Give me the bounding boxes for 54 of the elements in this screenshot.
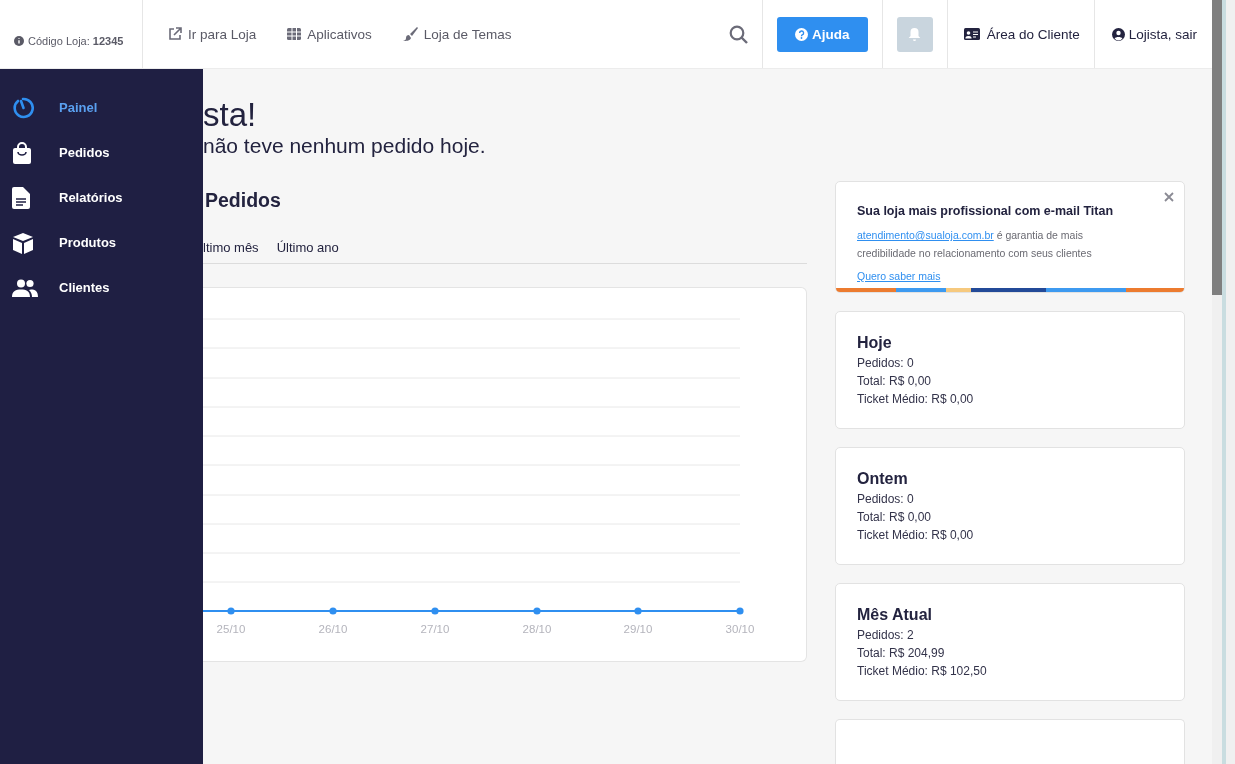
logout-link[interactable]: Lojista, sair <box>1111 26 1197 42</box>
close-icon[interactable] <box>1164 192 1174 202</box>
box-icon <box>12 231 34 254</box>
stats-title: Ontem <box>857 470 909 488</box>
stats-line: Ticket Médio: R$ 0,00 <box>857 391 975 408</box>
sidebar-item[interactable]: Clientes <box>0 265 203 310</box>
axis-label: 25/10 <box>216 623 246 635</box>
user-icon <box>1111 27 1125 41</box>
users-icon <box>12 278 38 297</box>
stats-line: Total: R$ 204,99 <box>857 645 946 662</box>
axis-label: 28/10 <box>522 623 552 635</box>
axis-label: 29/10 <box>623 623 653 635</box>
table-icon <box>287 28 302 40</box>
stats-title: Mês Atual <box>857 606 933 624</box>
stats-line: Ticket Médio: R$ 102,50 <box>857 663 988 680</box>
store-code: Código Loja: 12345 <box>28 35 124 47</box>
stats-line: Ticket Médio: R$ 0,00 <box>857 527 975 544</box>
axis-label: 26/10 <box>318 623 348 635</box>
greeting-heading: sta! <box>203 97 258 133</box>
period-tab[interactable]: Último ano <box>276 240 339 255</box>
bell-icon <box>908 27 922 41</box>
stats-line: Pedidos: 0 <box>857 355 915 372</box>
nav-link[interactable]: Ir para Loja <box>168 26 257 42</box>
learn-more-link[interactable]: Quero saber mais <box>857 270 941 282</box>
stats-line: Total: R$ 0,00 <box>857 509 933 526</box>
id-card-icon <box>963 28 980 40</box>
sidebar-item[interactable]: Painel <box>0 85 203 130</box>
nav-link[interactable]: Aplicativos <box>287 26 372 42</box>
stats-line: Pedidos: 2 <box>857 627 915 644</box>
client-area-link[interactable]: Área do Cliente <box>963 26 1080 42</box>
question-icon <box>794 27 808 41</box>
nav-link[interactable]: Loja de Temas <box>402 26 512 42</box>
search-icon[interactable] <box>728 24 748 44</box>
stats-line: Pedidos: 0 <box>857 491 915 508</box>
sidebar-item[interactable]: Relatórios <box>0 175 203 220</box>
axis-label: 27/10 <box>420 623 450 635</box>
email-link[interactable]: atendimento@sualoja.com.br <box>857 229 994 241</box>
sidebar-item[interactable]: Produtos <box>0 220 203 265</box>
stats-line: Total: R$ 0,00 <box>857 373 933 390</box>
info-icon <box>14 36 24 46</box>
promo-text: atendimento@sualoja.com.br é garantia de mais credibilidade no relacionamento com seus clientes <box>857 228 1093 261</box>
sidebar-item[interactable]: Pedidos <box>0 130 203 175</box>
document-icon <box>12 186 30 209</box>
scrollbar[interactable] <box>1212 0 1235 764</box>
promo-title: Sua loja mais profissional com e-mail Titan <box>857 204 1115 218</box>
axis-label: 30/10 <box>725 623 755 635</box>
shopping-bag-icon <box>12 141 32 164</box>
external-link-icon <box>168 27 182 41</box>
period-tab[interactable]: ltimo mês <box>203 240 259 255</box>
stopwatch-icon <box>12 96 34 119</box>
section-title: Pedidos <box>205 189 282 212</box>
subtitle: não teve nenhum pedido hoje. <box>203 133 487 159</box>
stats-title: Hoje <box>857 334 893 352</box>
brush-icon <box>402 27 418 41</box>
